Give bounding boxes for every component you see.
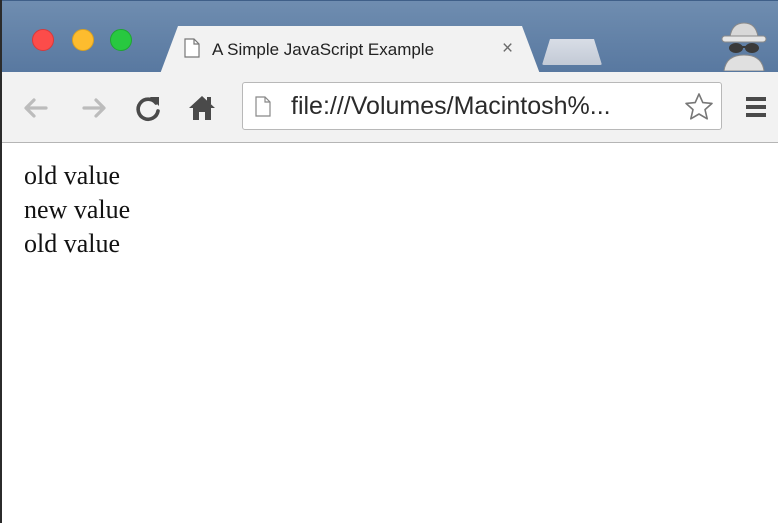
home-icon[interactable]: [186, 92, 218, 124]
output-line: new value: [24, 195, 131, 224]
reload-icon[interactable]: [132, 92, 164, 124]
maximize-window-button[interactable]: [110, 29, 132, 51]
browser-window: A Simple JavaScript Example × file:///Vo…: [0, 0, 778, 523]
page-icon: [184, 38, 200, 58]
toolbar: file:///Volumes/Macintosh%...: [2, 72, 778, 143]
tab-strip: A Simple JavaScript Example ×: [2, 0, 778, 74]
output-line: old value: [24, 229, 121, 258]
url-text[interactable]: file:///Volumes/Macintosh%...: [291, 92, 671, 121]
new-tab-button[interactable]: [542, 39, 602, 65]
page-icon: [255, 96, 271, 117]
arrow-left-icon[interactable]: [20, 92, 52, 124]
arrow-right-icon[interactable]: [78, 92, 110, 124]
tab-close-icon[interactable]: ×: [502, 38, 513, 60]
tab-active[interactable]: A Simple JavaScript Example ×: [160, 26, 540, 74]
close-window-button[interactable]: [32, 29, 54, 51]
hamburger-menu-icon[interactable]: [744, 94, 768, 120]
address-bar[interactable]: file:///Volumes/Macintosh%...: [242, 82, 722, 130]
minimize-window-button[interactable]: [72, 29, 94, 51]
page-content: old value new value old value: [2, 143, 778, 523]
output-line: old value: [24, 161, 121, 190]
star-icon[interactable]: [683, 91, 715, 123]
tab-title: A Simple JavaScript Example: [212, 40, 435, 59]
incognito-icon: [721, 22, 767, 71]
